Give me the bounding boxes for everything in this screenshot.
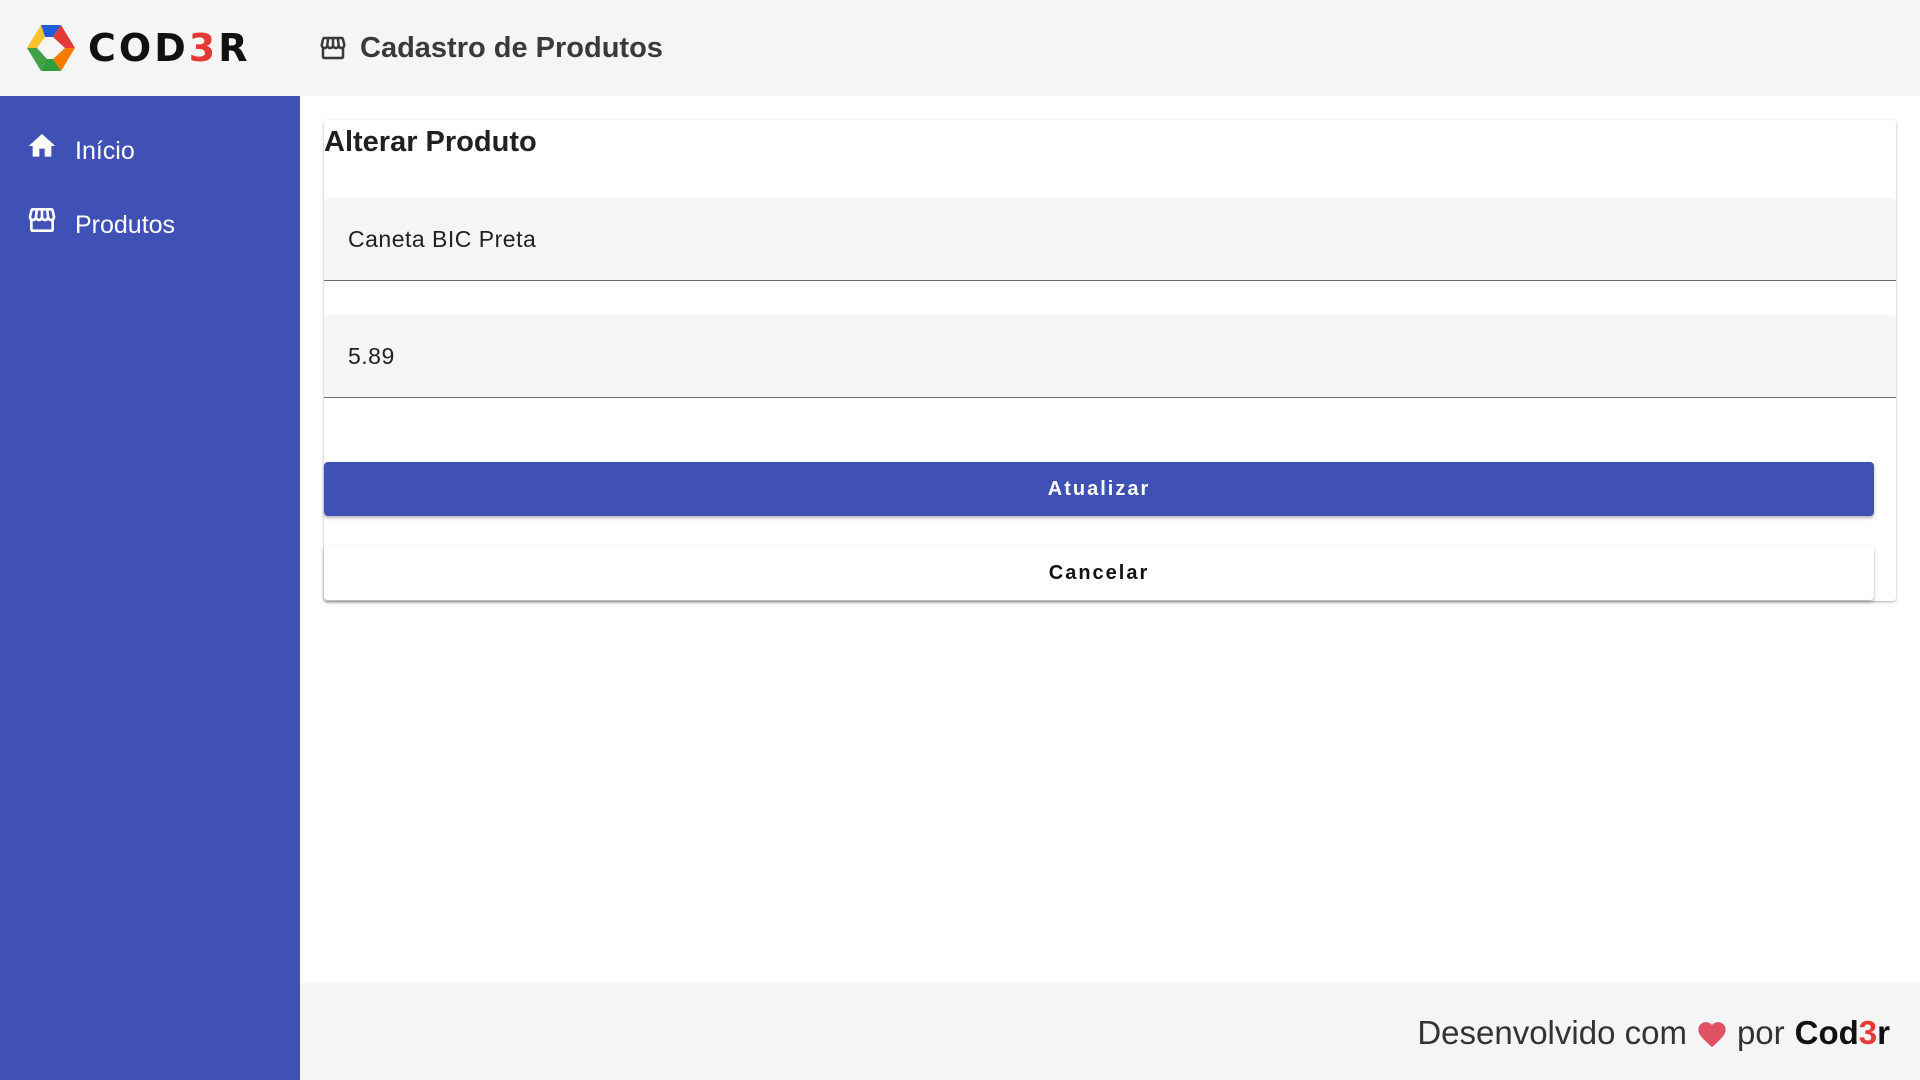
sidebar: Início Produtos (0, 96, 300, 1080)
card-title: Alterar Produto (324, 126, 537, 158)
cod3r-logo-icon (27, 25, 75, 71)
sidebar-item-inicio[interactable]: Início (0, 118, 300, 178)
footer-brand: Cod3r (1794, 1014, 1890, 1051)
page-title: Cadastro de Produtos (360, 31, 663, 64)
app-header: COD3R Cadastro de Produtos (0, 0, 1920, 96)
product-price-field[interactable] (324, 315, 1896, 398)
page-heading: Cadastro de Produtos (318, 28, 663, 68)
footer-by: por (1736, 1014, 1785, 1051)
sidebar-item-produtos[interactable]: Produtos (0, 190, 300, 250)
sidebar-item-label: Produtos (75, 211, 176, 239)
sidebar-item-label: Início (75, 137, 135, 165)
product-price-input[interactable] (348, 315, 1848, 398)
update-button[interactable]: Atualizar (324, 462, 1874, 516)
cancel-button[interactable]: Cancelar (324, 546, 1874, 600)
home-icon (28, 134, 56, 157)
product-name-input[interactable] (348, 198, 1848, 281)
footer-credits: Desenvolvido com por Cod3r (1417, 1013, 1890, 1053)
heart-icon (1698, 1022, 1726, 1048)
logo-text: COD3R (88, 26, 251, 70)
app-footer: Desenvolvido com por Cod3r (300, 983, 1920, 1080)
product-name-field[interactable] (324, 198, 1896, 281)
edit-product-card: Alterar Produto Atualizar Cancelar (324, 120, 1896, 601)
footer-text: Desenvolvido com (1417, 1014, 1687, 1051)
cod3r-logo[interactable]: COD3R (23, 23, 250, 73)
store-icon (320, 36, 346, 60)
store-icon (28, 208, 56, 232)
